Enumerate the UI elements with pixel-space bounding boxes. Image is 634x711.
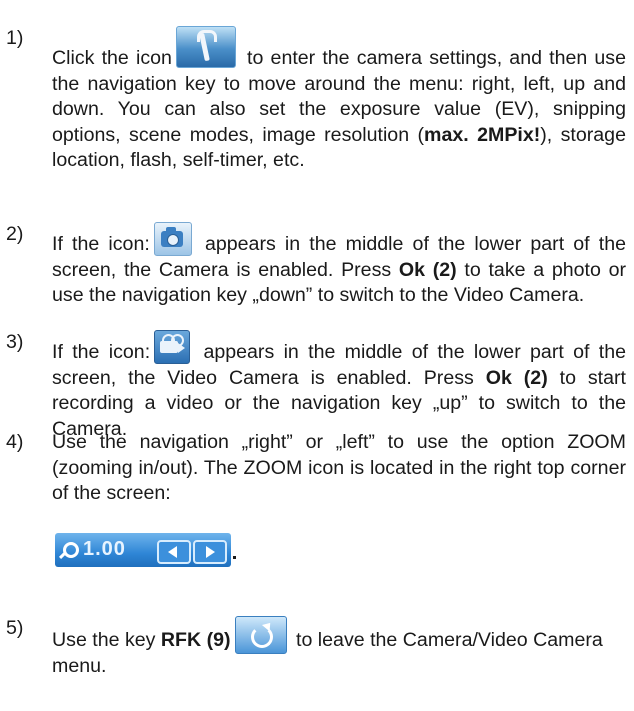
camera-icon (153, 222, 192, 256)
item-text: Use the navigation „right” or „left” to … (52, 431, 626, 505)
item-number: 3) (6, 331, 24, 353)
return-icon (234, 616, 287, 654)
rfk-key: RFK (9) (160, 629, 231, 651)
item-text: Click the icon to enter the camera setti… (52, 26, 626, 174)
item-number: 1) (6, 27, 24, 49)
list-item: 1) Click the icon to enter the camera se… (6, 26, 626, 174)
item-number: 4) (6, 431, 24, 453)
list-item: 5) Use the key RFK (9) to leave the Came… (6, 616, 626, 680)
zoom-indicator-icon: 1.00 (55, 533, 231, 567)
item-text: If the icon: appears in the middle of th… (52, 222, 626, 309)
item-number: 2) (6, 223, 24, 245)
ok-key: Ok (2) (398, 258, 457, 281)
list-item: 2) If the icon: appears in the middle of… (6, 222, 626, 309)
video-camera-icon (154, 330, 191, 364)
zoom-value: 1.00 (83, 538, 126, 560)
ok-key: Ok (2) (485, 366, 548, 389)
item-number: 5) (6, 617, 24, 639)
item-text: Use the key RFK (9) to leave the Camera/… (52, 616, 626, 680)
instruction-list: 1) Click the icon to enter the camera se… (0, 0, 634, 711)
max-resolution: max. 2MPix! (424, 123, 541, 146)
period (233, 556, 236, 559)
list-item: 4) Use the navigation „right” or „left” … (6, 430, 626, 507)
tools-icon (175, 26, 236, 68)
list-item: 3) If the icon: appears in the middle of… (6, 330, 626, 442)
item-text: If the icon: appears in the middle of th… (52, 330, 626, 442)
